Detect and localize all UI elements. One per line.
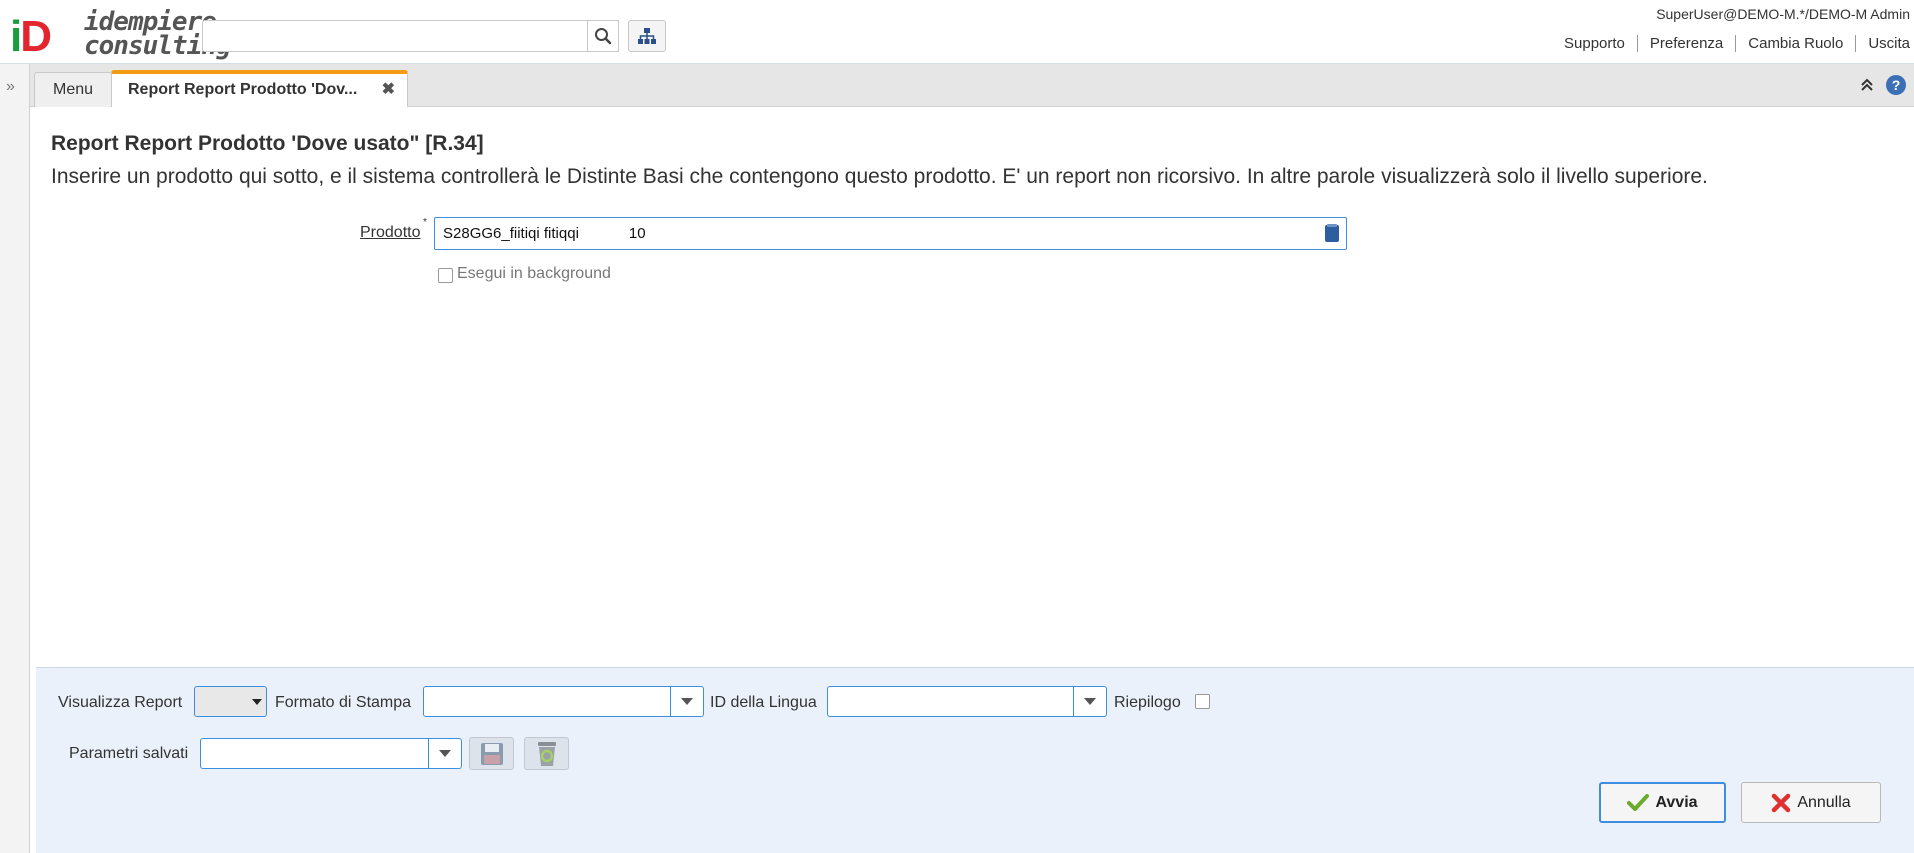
cancel-x-icon [1772,793,1791,812]
language-dropdown-button[interactable] [1073,687,1106,716]
saved-params-select[interactable] [200,738,462,769]
logo-mark: iD [10,12,52,61]
saved-params-label: Parametri salvati [69,745,189,762]
summary-checkbox[interactable] [1195,694,1210,709]
preferences-link[interactable]: Preferenza [1636,35,1735,52]
tab-report-label: Report Report Prodotto 'Dov... [128,81,358,98]
report-options-panel: Visualizza Report Formato di Stampa ID d… [36,667,1914,853]
process-description: Inserire un prodotto qui sotto, e il sis… [51,165,1708,188]
recycle-bin-icon [537,741,556,766]
language-select[interactable] [827,686,1107,717]
change-role-link[interactable]: Cambia Ruolo [1735,35,1855,52]
background-checkbox[interactable] [438,268,453,283]
global-search-input[interactable] [202,20,588,52]
ok-button-label: Avvia [1655,793,1698,811]
support-link[interactable]: Supporto [1552,35,1637,52]
chevron-down-icon [1084,698,1096,705]
collapse-header-icon[interactable] [1860,76,1874,97]
print-format-label: Formato di Stampa [275,694,412,711]
process-dialog: Report Report Prodotto 'Dove usato" [R.3… [30,107,1914,667]
expand-panel-icon[interactable]: » [6,78,15,96]
tab-bar: Menu Report Report Prodotto 'Dov... ✖ ? [30,64,1914,108]
cancel-button[interactable]: Annulla [1741,782,1881,823]
chevron-down-icon [252,699,262,705]
language-label: ID della Lingua [710,694,817,711]
print-format-dropdown-button[interactable] [670,687,703,716]
save-icon [480,742,503,765]
menu-tree-button[interactable] [628,20,666,52]
chevron-down-icon [439,750,451,757]
product-value: S28GG6_fiitiqi fitiqqi 10 [443,225,646,242]
page-title: Report Report Prodotto 'Dove usato" [R.3… [51,132,484,155]
close-tab-icon[interactable]: ✖ [382,74,395,106]
help-icon[interactable]: ? [1886,75,1906,95]
chevron-down-icon [681,698,693,705]
tab-menu[interactable]: Menu [34,72,113,107]
west-panel-collapsed: » [0,64,30,853]
company-logo[interactable]: iD idempiere consulting [8,9,232,62]
product-lookup-icon[interactable] [1324,223,1340,243]
sitemap-icon [638,28,656,44]
product-field[interactable]: S28GG6_fiitiqi fitiqqi 10 [434,217,1347,250]
background-label: Esegui in background [457,265,611,282]
save-params-button[interactable] [469,737,514,770]
summary-label: Riepilogo [1114,694,1181,711]
logout-link[interactable]: Uscita [1855,35,1914,52]
top-links: Supporto Preferenza Cambia Ruolo Uscita [1552,35,1914,52]
tab-report[interactable]: Report Report Prodotto 'Dov... ✖ [111,70,408,108]
saved-params-dropdown-button[interactable] [428,739,461,768]
search-icon [595,28,612,45]
delete-params-button[interactable] [524,737,569,770]
view-report-select[interactable] [194,686,267,717]
checkmark-icon [1627,793,1650,811]
product-label[interactable]: Prodotto [360,224,420,242]
cancel-button-label: Annulla [1797,793,1851,811]
header: iD idempiere consulting SuperUser@DEMO-M… [0,0,1914,64]
ok-button[interactable]: Avvia [1599,782,1726,823]
user-info: SuperUser@DEMO-M.*/DEMO-M Admin [1656,6,1910,22]
print-format-select[interactable] [423,686,704,717]
view-report-label: Visualizza Report [58,694,183,711]
search-button[interactable] [587,20,619,52]
required-marker: * [423,217,427,228]
